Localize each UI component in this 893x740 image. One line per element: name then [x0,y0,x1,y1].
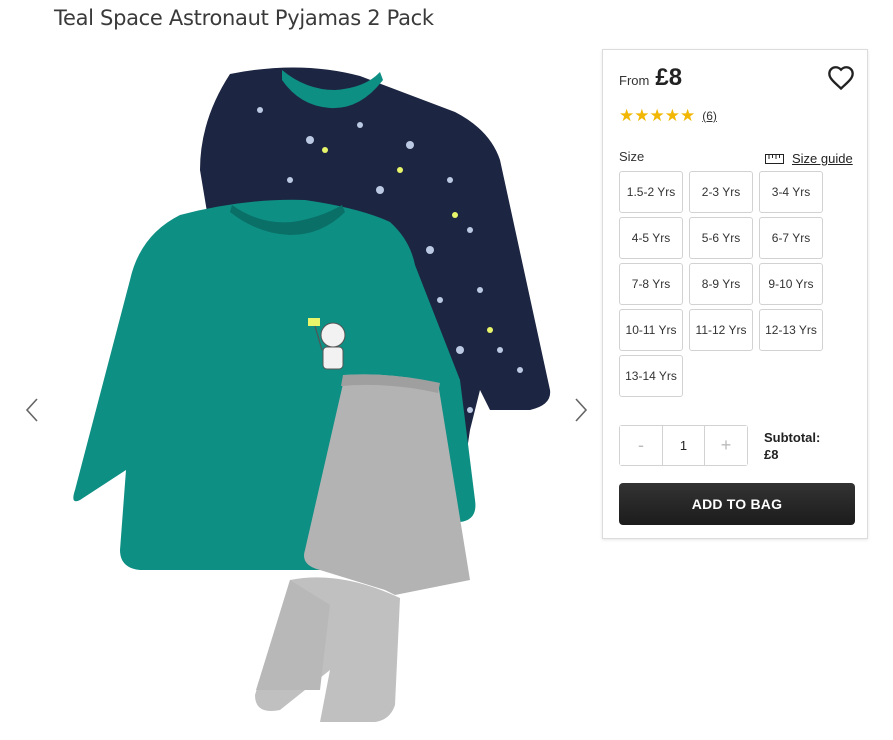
size-option[interactable]: 13-14 Yrs [619,355,683,397]
size-guide-link[interactable]: Size guide [765,151,853,166]
heart-icon[interactable] [827,64,855,92]
size-option[interactable]: 4-5 Yrs [619,217,683,259]
size-options: 1.5-2 Yrs 2-3 Yrs 3-4 Yrs 4-5 Yrs 5-6 Yr… [619,171,833,397]
quantity-increase-button[interactable]: + [705,426,747,465]
purchase-panel: From £8 ★★★★★ (6) Size Size guide 1.5-2 … [602,49,868,539]
product-gallery [0,40,600,738]
quantity-stepper: - + [619,425,748,466]
price-value: £8 [655,64,683,91]
size-option[interactable]: 9-10 Yrs [759,263,823,305]
size-option[interactable]: 7-8 Yrs [619,263,683,305]
size-option[interactable]: 6-7 Yrs [759,217,823,259]
subtotal-value: £8 [764,447,779,462]
size-option[interactable]: 8-9 Yrs [689,263,753,305]
review-count-link[interactable]: (6) [702,109,717,123]
size-option[interactable]: 12-13 Yrs [759,309,823,351]
size-option[interactable]: 1.5-2 Yrs [619,171,683,213]
quantity-input[interactable] [662,426,705,465]
size-guide-label: Size guide [792,151,853,166]
size-option[interactable]: 5-6 Yrs [689,217,753,259]
size-option[interactable]: 3-4 Yrs [759,171,823,213]
chevron-left-icon [25,398,38,422]
price-from-label: From [619,73,650,88]
size-option[interactable]: 11-12 Yrs [689,309,753,351]
subtotal: Subtotal: £8 [764,430,820,462]
rating: ★★★★★ (6) [619,106,717,126]
page-title: Teal Space Astronaut Pyjamas 2 Pack [54,6,434,30]
add-to-bag-button[interactable]: ADD TO BAG [619,483,855,525]
subtotal-label: Subtotal: [764,430,821,445]
gallery-next-button[interactable] [569,390,593,430]
star-rating: ★★★★★ [619,106,696,125]
size-option[interactable]: 2-3 Yrs [689,171,753,213]
gallery-prev-button[interactable] [20,390,44,430]
size-label: Size [619,149,645,164]
product-image [73,67,551,722]
size-option[interactable]: 10-11 Yrs [619,309,683,351]
quantity-decrease-button[interactable]: - [620,426,662,465]
price-row: From £8 [619,64,682,92]
chevron-right-icon [575,398,588,422]
ruler-icon [765,153,784,164]
